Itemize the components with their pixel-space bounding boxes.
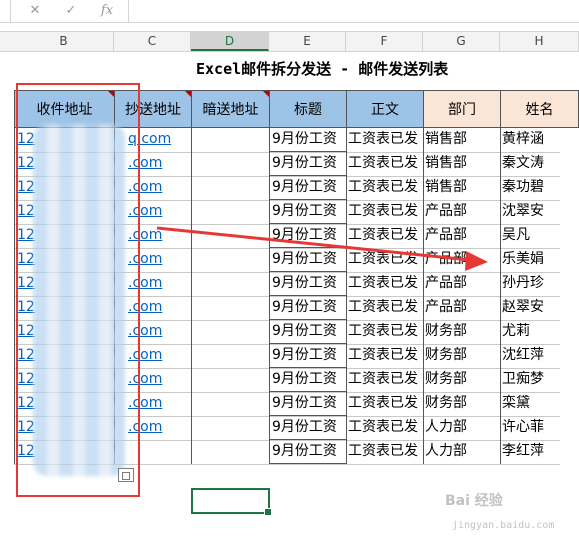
selected-cell[interactable] xyxy=(191,488,272,516)
body-cell[interactable]: 工资表已发 xyxy=(346,224,424,248)
column-gridline xyxy=(269,128,270,464)
header-dept[interactable]: 部门 xyxy=(423,90,501,128)
subject-cell[interactable]: 9月份工资 xyxy=(269,200,347,224)
body-cell[interactable]: 工资表已发 xyxy=(346,416,424,440)
dept-cell[interactable]: 产品部 xyxy=(423,296,501,320)
subject-cell[interactable]: 9月份工资 xyxy=(269,128,347,152)
name-cell[interactable]: 黄梓涵 xyxy=(500,128,579,152)
dept-cell[interactable]: 财务部 xyxy=(423,368,501,392)
dept-cell[interactable]: 财务部 xyxy=(423,320,501,344)
body-cell[interactable]: 工资表已发 xyxy=(346,152,424,176)
body-cell[interactable]: 工资表已发 xyxy=(346,128,424,152)
name-cell[interactable]: 赵翠安 xyxy=(500,296,579,320)
watermark: Bai 经验 xyxy=(445,493,503,509)
header-body-label: 正文 xyxy=(371,102,399,118)
body-cell[interactable]: 工资表已发 xyxy=(346,272,424,296)
dept-cell[interactable]: 人力部 xyxy=(423,416,501,440)
name-cell[interactable]: 沈翠安 xyxy=(500,200,579,224)
column-header-d[interactable]: D xyxy=(191,32,269,51)
body-cell[interactable]: 工资表已发 xyxy=(346,296,424,320)
name-cell[interactable]: 栾黛 xyxy=(500,392,579,416)
column-gridline xyxy=(191,128,192,464)
column-header-g[interactable]: G xyxy=(423,32,500,51)
column-header-bar: B C D E F G H xyxy=(0,31,579,52)
name-cell[interactable]: 孙丹珍 xyxy=(500,272,579,296)
name-cell[interactable]: 吴凡 xyxy=(500,224,579,248)
fx-icon[interactable]: fx xyxy=(96,2,118,20)
fill-handle[interactable] xyxy=(264,508,272,516)
name-cell[interactable]: 李红萍 xyxy=(500,440,579,464)
subject-cell[interactable]: 9月份工资 xyxy=(269,248,347,272)
header-body[interactable]: 正文 xyxy=(346,90,424,128)
name-cell[interactable]: 乐美娟 xyxy=(500,248,579,272)
header-subject[interactable]: 标题 xyxy=(269,90,347,128)
dept-cell[interactable]: 产品部 xyxy=(423,200,501,224)
column-header-f[interactable]: F xyxy=(346,32,423,51)
column-header-b[interactable]: B xyxy=(14,32,114,51)
body-cell[interactable]: 工资表已发 xyxy=(346,344,424,368)
subject-cell[interactable]: 9月份工资 xyxy=(269,272,347,296)
dept-cell[interactable]: 人力部 xyxy=(423,440,501,464)
column-gridline xyxy=(500,128,501,464)
dept-cell[interactable]: 产品部 xyxy=(423,248,501,272)
dept-cell[interactable]: 产品部 xyxy=(423,272,501,296)
subject-cell[interactable]: 9月份工资 xyxy=(269,224,347,248)
name-cell[interactable]: 许心菲 xyxy=(500,416,579,440)
subject-cell[interactable]: 9月份工资 xyxy=(269,440,347,464)
header-dept-label: 部门 xyxy=(448,102,476,118)
body-cell[interactable]: 工资表已发 xyxy=(346,248,424,272)
body-cell[interactable]: 工资表已发 xyxy=(346,176,424,200)
subject-cell[interactable]: 9月份工资 xyxy=(269,368,347,392)
body-cell[interactable]: 工资表已发 xyxy=(346,368,424,392)
header-bcc[interactable]: 暗送地址 xyxy=(191,90,270,128)
subject-cell[interactable]: 9月份工资 xyxy=(269,152,347,176)
dept-cell[interactable]: 销售部 xyxy=(423,152,501,176)
header-subject-label: 标题 xyxy=(294,102,322,118)
dept-cell[interactable]: 产品部 xyxy=(423,224,501,248)
column-gridline xyxy=(14,128,15,464)
formula-bar: ✕ ✓ fx xyxy=(0,0,579,23)
name-cell[interactable]: 沈红萍 xyxy=(500,344,579,368)
check-icon[interactable]: ✓ xyxy=(60,2,82,20)
column-header-c[interactable]: C xyxy=(114,32,191,51)
name-cell[interactable]: 卫痴梦 xyxy=(500,368,579,392)
subject-cell[interactable]: 9月份工资 xyxy=(269,296,347,320)
name-box-separator xyxy=(10,0,11,22)
highlight-box xyxy=(16,83,140,497)
subject-cell[interactable]: 9月份工资 xyxy=(269,176,347,200)
sheet-title: Excel邮件拆分发送 - 邮件发送列表 xyxy=(196,60,449,78)
column-gridline xyxy=(423,128,424,464)
column-gridline xyxy=(346,128,347,464)
dept-cell[interactable]: 财务部 xyxy=(423,392,501,416)
formula-separator xyxy=(128,0,129,22)
header-name[interactable]: 姓名 xyxy=(500,90,579,128)
column-header-e[interactable]: E xyxy=(269,32,346,51)
dept-cell[interactable]: 财务部 xyxy=(423,344,501,368)
subject-cell[interactable]: 9月份工资 xyxy=(269,344,347,368)
header-name-label: 姓名 xyxy=(525,102,554,118)
formula-input[interactable] xyxy=(130,0,579,22)
body-cell[interactable]: 工资表已发 xyxy=(346,320,424,344)
subject-cell[interactable]: 9月份工资 xyxy=(269,320,347,344)
name-cell[interactable]: 秦功碧 xyxy=(500,176,579,200)
header-bcc-label: 暗送地址 xyxy=(202,102,259,118)
column-header-h[interactable]: H xyxy=(500,32,579,51)
paste-options-icon[interactable] xyxy=(118,468,134,482)
watermark-url: jingyan.baidu.com xyxy=(452,520,555,531)
body-cell[interactable]: 工资表已发 xyxy=(346,440,424,464)
name-cell[interactable]: 秦文涛 xyxy=(500,152,579,176)
name-cell[interactable]: 尤莉 xyxy=(500,320,579,344)
subject-cell[interactable]: 9月份工资 xyxy=(269,416,347,440)
close-icon[interactable]: ✕ xyxy=(24,2,46,20)
subject-cell[interactable]: 9月份工资 xyxy=(269,392,347,416)
dept-cell[interactable]: 销售部 xyxy=(423,176,501,200)
body-cell[interactable]: 工资表已发 xyxy=(346,200,424,224)
body-cell[interactable]: 工资表已发 xyxy=(346,392,424,416)
dept-cell[interactable]: 销售部 xyxy=(423,128,501,152)
